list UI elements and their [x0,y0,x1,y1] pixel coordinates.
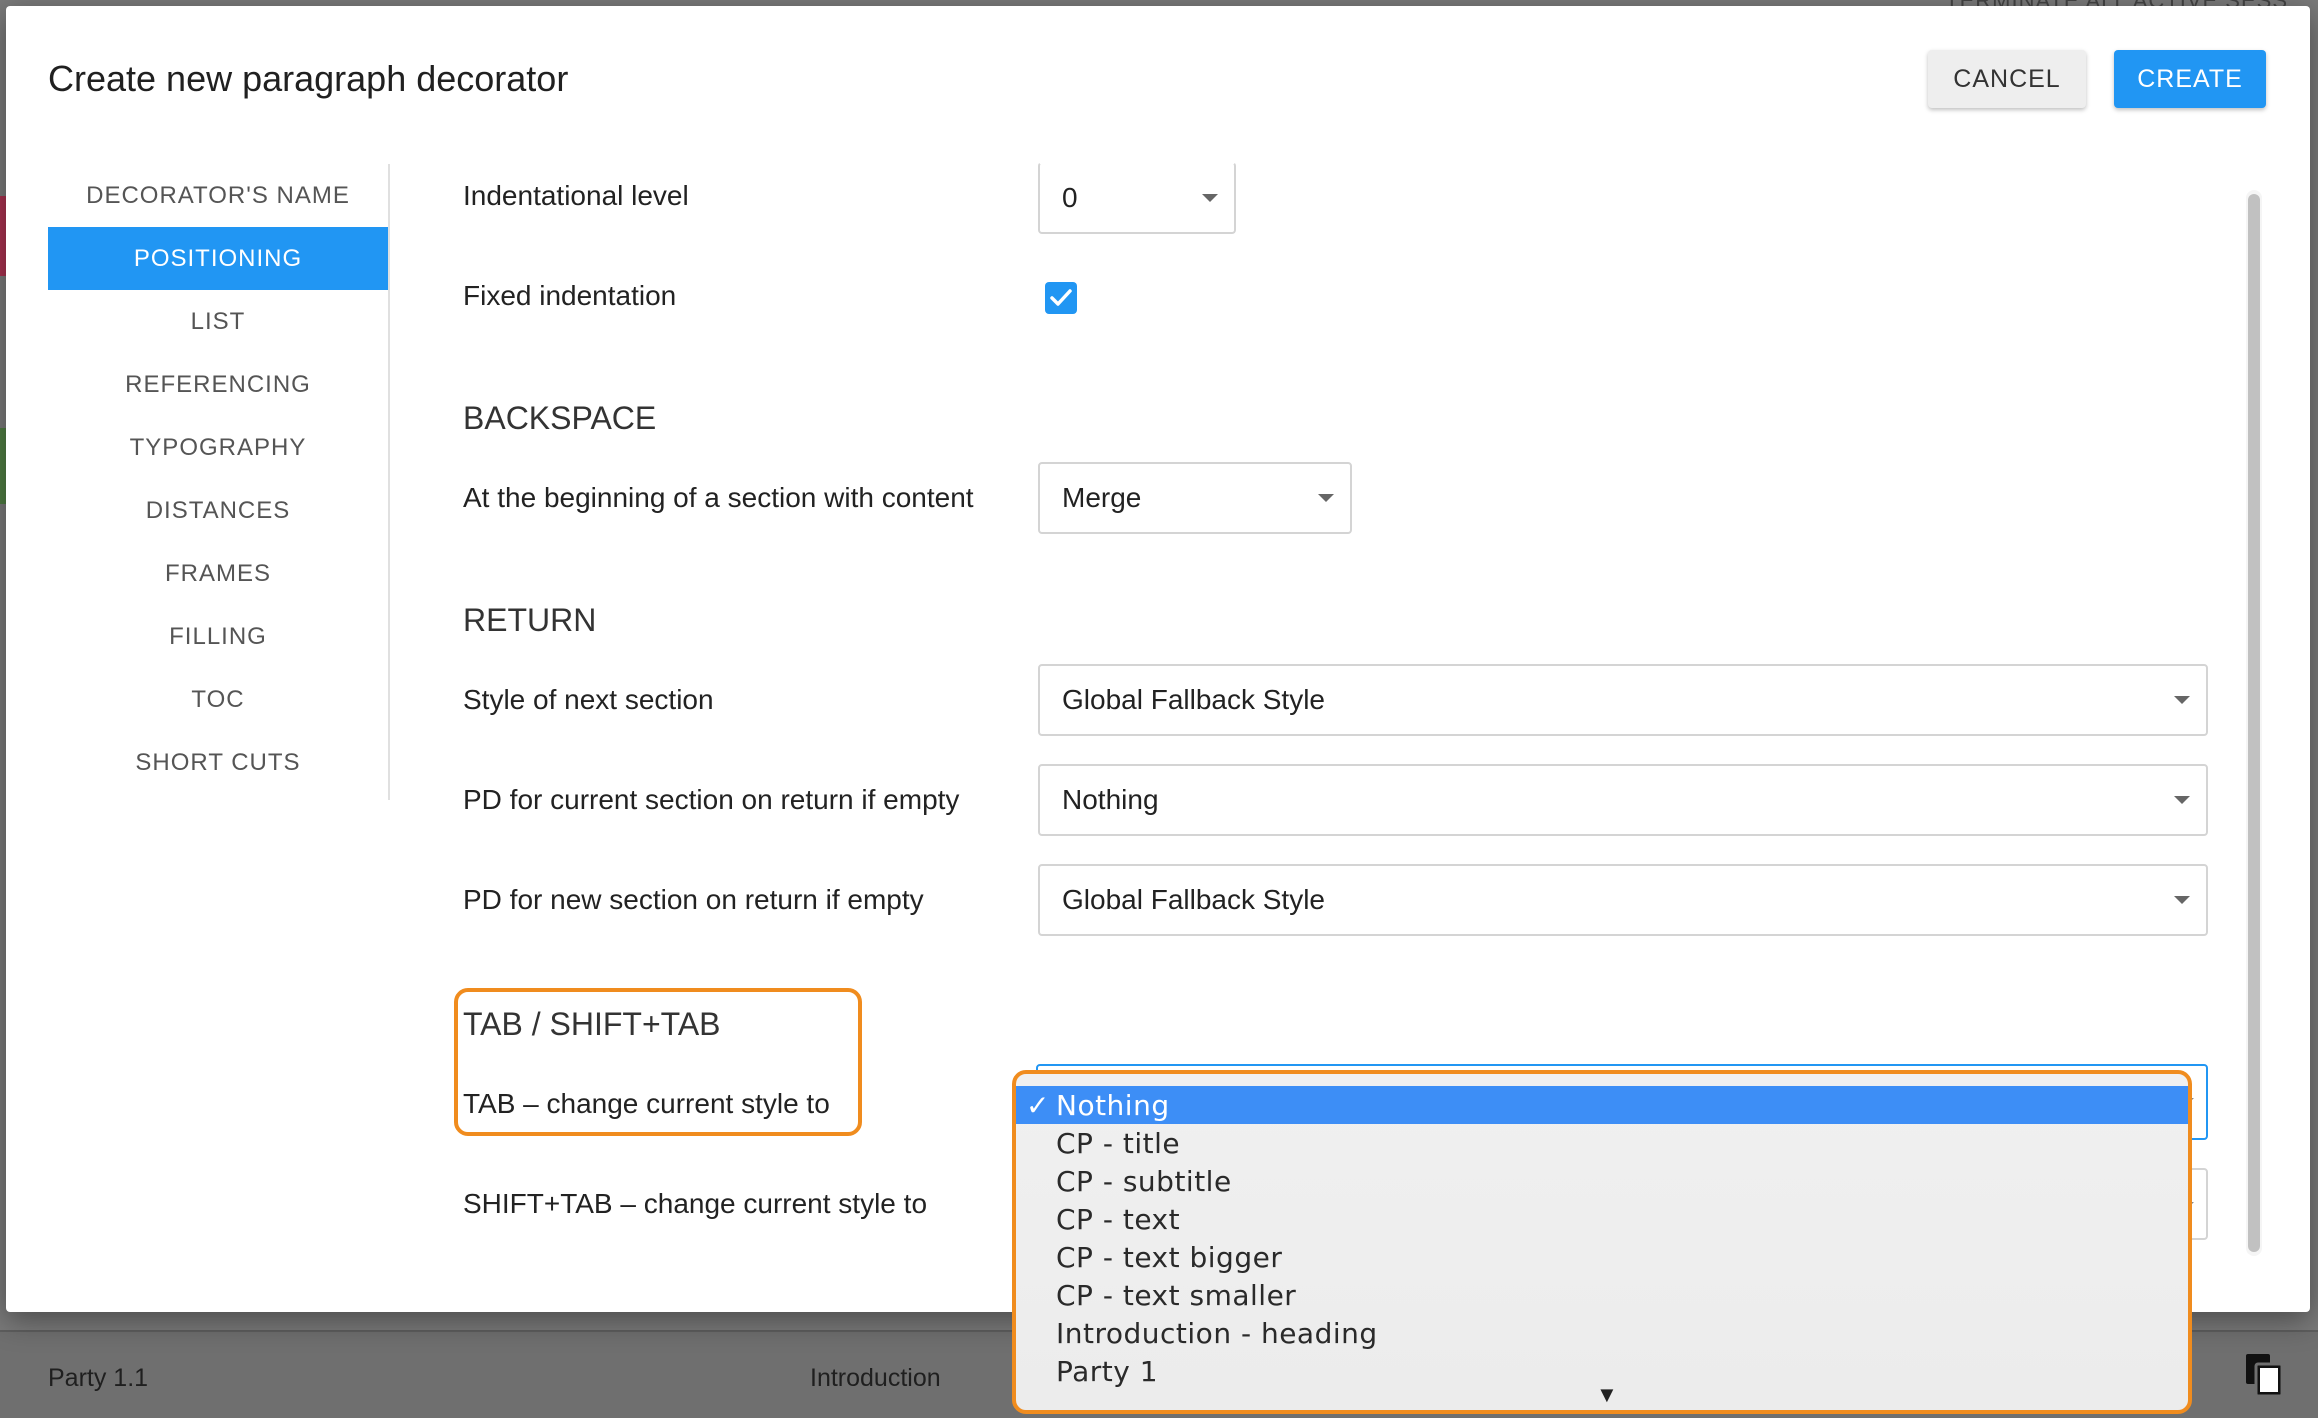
indentation-level-label: Indentational level [463,180,689,211]
sidebar-item-typography[interactable]: TYPOGRAPHY [48,416,388,479]
dropdown-option[interactable]: CP - subtitle [1016,1162,2188,1200]
sidebar-item-short-cuts[interactable]: SHORT CUTS [48,731,388,794]
pd-current-value: Nothing [1062,784,1159,815]
cancel-button[interactable]: CANCEL [1928,50,2086,108]
sidebar-nav: DECORATOR'S NAME POSITIONING LIST REFERE… [48,164,390,800]
dropdown-option[interactable]: CP - text [1016,1200,2188,1238]
chevron-down-icon [2174,896,2190,904]
pd-current-label: PD for current section on return if empt… [463,784,960,815]
pd-current-select[interactable]: Nothing [1038,764,2208,836]
dropdown-option-label: Nothing [1056,1088,1170,1122]
next-style-label: Style of next section [463,684,714,715]
sidebar-item-toc[interactable]: TOC [48,668,388,731]
dialog-title: Create new paragraph decorator [48,58,569,99]
dropdown-option[interactable]: CP - text smaller [1016,1276,2188,1314]
checkmark-icon [1050,289,1072,306]
sidebar-item-list[interactable]: LIST [48,290,388,353]
sidebar-item-frames[interactable]: FRAMES [48,542,388,605]
tab-section-highlight [454,988,862,1136]
shift-tab-change-style-label: SHIFT+TAB – change current style to [463,1188,928,1219]
backspace-heading: BACKSPACE [463,400,657,436]
backspace-behavior-label: At the beginning of a section with conte… [463,482,974,513]
chevron-down-icon [2174,796,2190,804]
next-style-value: Global Fallback Style [1062,684,1326,715]
pd-new-select[interactable]: Global Fallback Style [1038,864,2208,936]
dropdown-option[interactable]: Introduction - heading [1016,1314,2188,1352]
checkmark-icon: ✓ [1026,1088,1050,1122]
background-party-label: Party 1.1 [48,1364,149,1392]
chevron-down-icon [2174,696,2190,704]
sidebar-item-referencing[interactable]: REFERENCING [48,353,388,416]
return-heading: RETURN [463,602,597,638]
fixed-indentation-label: Fixed indentation [463,280,677,311]
dropdown-option[interactable]: CP - text bigger [1016,1238,2188,1276]
sidebar-item-positioning[interactable]: POSITIONING [48,227,388,290]
background-introduction-label: Introduction [810,1364,941,1392]
indentation-level-select[interactable]: 0 [1038,162,1236,234]
sidebar-item-distances[interactable]: DISTANCES [48,479,388,542]
pd-new-label: PD for new section on return if empty [463,884,924,915]
sidebar-item-filling[interactable]: FILLING [48,605,388,668]
scroll-down-arrow-icon[interactable]: ▼ [1596,1382,1618,1408]
backspace-behavior-select[interactable]: Merge [1038,462,1352,534]
indentation-level-value: 0 [1062,182,1078,213]
dropdown-option[interactable]: CP - title [1016,1124,2188,1162]
chevron-down-icon [1318,494,1334,502]
fixed-indentation-checkbox[interactable] [1045,282,1077,314]
next-style-select[interactable]: Global Fallback Style [1038,664,2208,736]
chevron-down-icon [1202,194,1218,202]
create-button[interactable]: CREATE [2114,50,2266,108]
sidebar-item-decorators-name[interactable]: DECORATOR'S NAME [48,164,388,227]
copy-icon[interactable] [2244,1352,2284,1398]
scrollbar-thumb[interactable] [2248,194,2260,1252]
backspace-behavior-value: Merge [1062,482,1142,513]
pd-new-value: Global Fallback Style [1062,884,1326,915]
dropdown-option-nothing[interactable]: ✓ Nothing [1016,1086,2188,1124]
tab-style-dropdown-list: ✓ Nothing CP - title CP - subtitle CP - … [1012,1070,2192,1414]
